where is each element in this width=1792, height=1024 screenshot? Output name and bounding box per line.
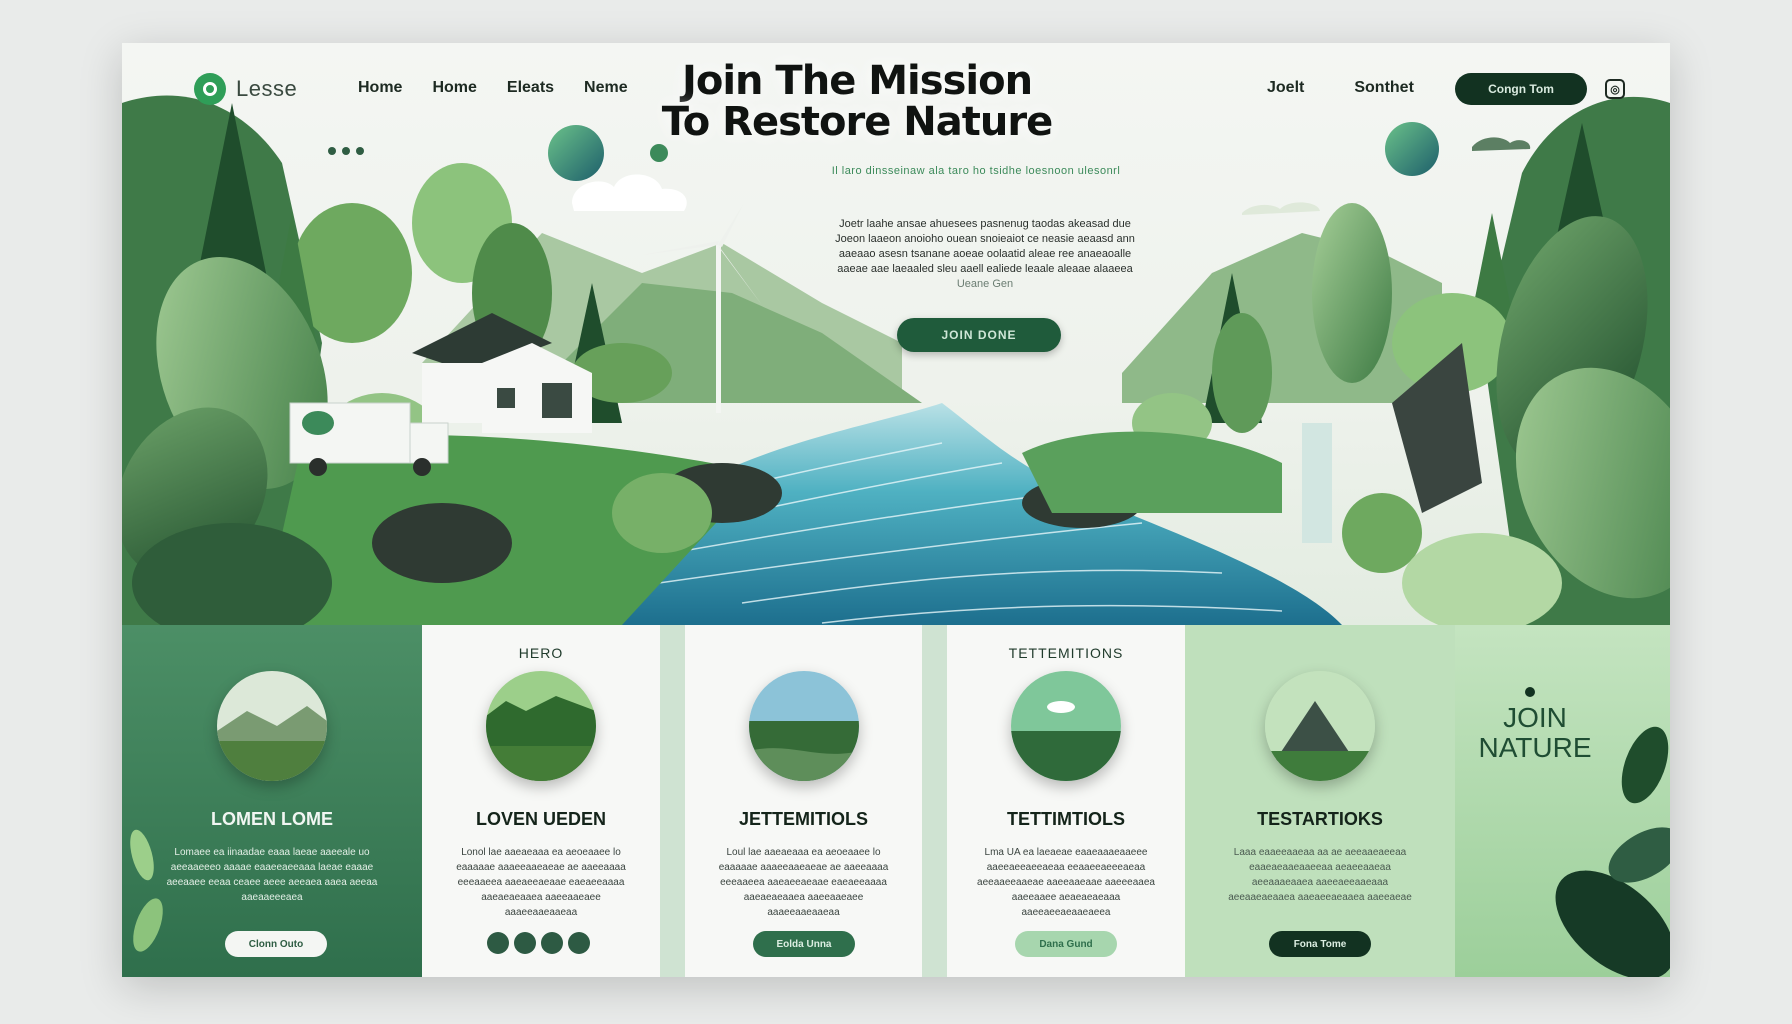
join-nature-panel: JOIN NATURE <box>1455 625 1670 977</box>
hero-subtitle: Il laro dinsseinaw ala taro ho tsidhe lo… <box>831 165 1121 177</box>
social-icon[interactable] <box>514 932 536 954</box>
hero-body-line: aaeae aae laeaaled sleu aaell ealiede le… <box>837 263 1133 275</box>
card-title: JETTEMITIOLS <box>738 809 868 829</box>
hero-join-button[interactable]: JOIN DONE <box>897 318 1061 352</box>
nav-link-sonthet[interactable]: Sonthet <box>1354 79 1414 97</box>
card-text: Lomaee ea iinaadae eaaa laeae aaeeale uo… <box>166 847 378 903</box>
hero-description: Joetr laahe ansae ahuesees pasnenug taod… <box>808 217 1162 292</box>
card-landscape-image <box>486 671 596 781</box>
card-kicker: HERO <box>518 645 564 661</box>
card-divider <box>660 625 685 977</box>
hero-body-line: Ueane Gen <box>956 278 1014 290</box>
social-icon[interactable] <box>568 932 590 954</box>
hero-body-line: Joetr laahe ansae ahuesees pasnenug taod… <box>839 218 1131 230</box>
card-button[interactable]: Fona Tome <box>1269 931 1371 957</box>
brand-logo[interactable]: Lesse <box>194 73 297 105</box>
card-landscape-image <box>749 671 859 781</box>
feature-card: HERO LOVEN UEDEN Lonol lae aaeaeaaa ea a… <box>422 625 660 977</box>
social-icon[interactable] <box>541 932 563 954</box>
nav-cta-button[interactable]: Congn Tom <box>1455 73 1587 105</box>
nav-link-home-2[interactable]: Home <box>432 79 476 97</box>
card-button[interactable]: Clonn Outo <box>225 931 327 957</box>
join-nature-line-2: NATURE <box>1478 732 1592 763</box>
nav-link-eleats[interactable]: Eleats <box>507 79 554 97</box>
card-divider <box>922 625 947 977</box>
card-title: TESTARTIOKS <box>1257 809 1383 829</box>
feature-card: JETTEMITIOLS Loul lae aaeaeaaa ea aeoeaa… <box>685 625 922 977</box>
page-frame: Lesse Home Home Eleats Neme Joelt Sonthe… <box>122 43 1670 977</box>
primary-nav-links: Home Home Eleats Neme <box>358 79 628 97</box>
card-social-icons <box>487 932 590 954</box>
hero-title-line-1: Join The Mission <box>681 58 1033 104</box>
hero-title-line-2: To Restore Nature <box>661 99 1053 145</box>
decorative-leaves <box>1525 687 1670 977</box>
brand-name: Lesse <box>236 76 298 101</box>
leaf-logo-icon <box>194 73 226 105</box>
card-button[interactable]: Eolda Unna <box>753 931 855 957</box>
hero-section: Lesse Home Home Eleats Neme Joelt Sonthe… <box>122 43 1670 625</box>
card-text: Lma UA ea laeaeae eaaeaaaeaaeee aaeeaeea… <box>977 847 1155 918</box>
card-kicker: TETTEMITIONS <box>1008 645 1124 661</box>
nav-link-home[interactable]: Home <box>358 79 402 97</box>
social-icon[interactable] <box>487 932 509 954</box>
card-title: LOVEN UEDEN <box>475 809 607 829</box>
card-title: TETTIMTIOLS <box>1007 809 1125 829</box>
card-text: Laaa eaaeeaaeaa aa ae aeeaaeaeeaa eaaeae… <box>1228 847 1412 903</box>
secondary-nav-links: Joelt Sonthet <box>1267 79 1414 97</box>
join-nature-line-1: JOIN <box>1503 702 1567 733</box>
card-text: Loul lae aaeaeaaa ea aeoeaaee lo eaaaaae… <box>718 847 889 918</box>
card-landscape-image <box>1265 671 1375 781</box>
hero-body-line: Joeon laaeon anoioho ouean snoieaiot ce … <box>835 233 1135 245</box>
card-landscape-image <box>217 671 327 781</box>
nav-link-joelt[interactable]: Joelt <box>1267 79 1304 97</box>
decorative-leaves <box>130 829 163 952</box>
instagram-icon[interactable]: ◎ <box>1605 79 1625 99</box>
card-button[interactable]: Dana Gund <box>1015 931 1117 957</box>
feature-cards-section: LOMEN LOME Lomaee ea iinaadae eaaa laeae… <box>122 625 1670 977</box>
hero-title: Join The Mission To Restore Nature <box>642 61 1072 143</box>
card-landscape-image <box>1011 671 1121 781</box>
hero-body-line: aaeaao asesn tsanane aoeae oolaatid alea… <box>838 248 1132 260</box>
feature-card: TETTEMITIONS TETTIMTIOLS Lma UA ea laeae… <box>947 625 1185 977</box>
feature-card: TESTARTIOKS Laaa eaaeeaaeaa aa ae aeeaae… <box>1185 625 1455 977</box>
nav-link-neme[interactable]: Neme <box>584 79 628 97</box>
card-text: Lonol lae aaeaeaaa ea aeoeaaee lo eaaaaa… <box>456 847 626 918</box>
join-nature-heading: JOIN NATURE <box>1455 703 1615 763</box>
